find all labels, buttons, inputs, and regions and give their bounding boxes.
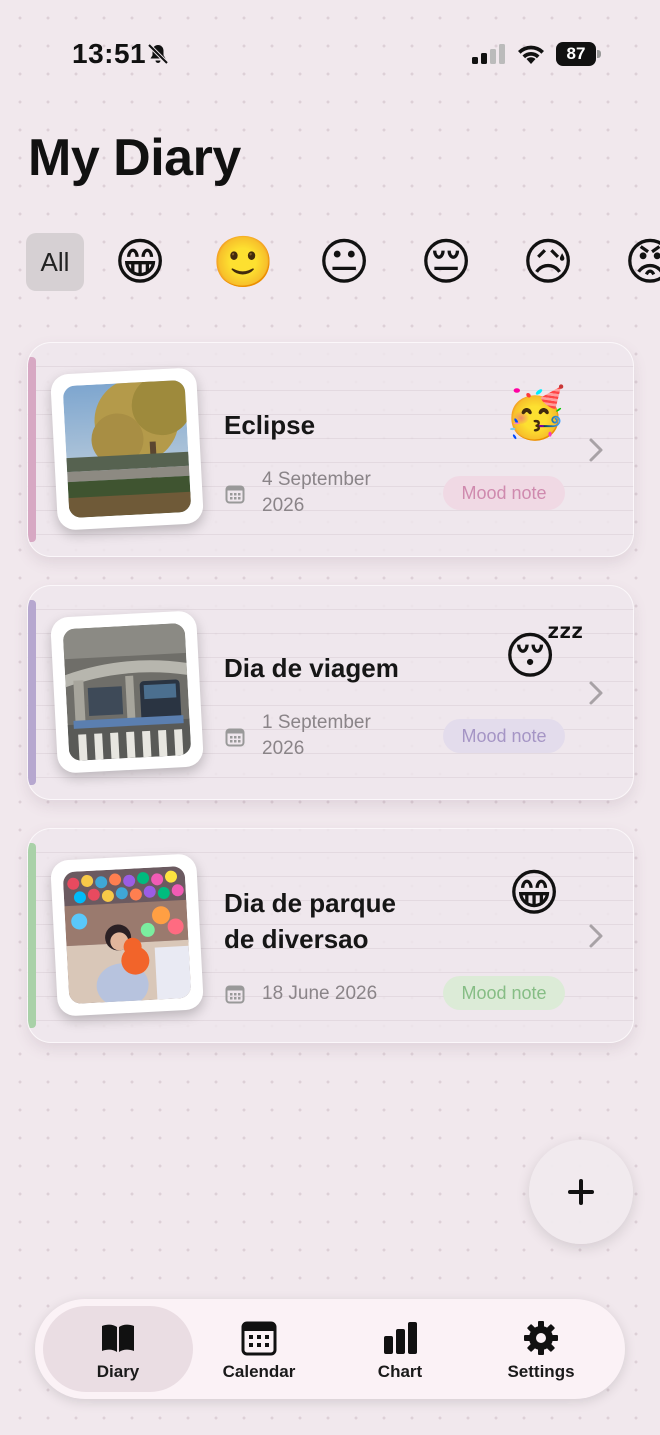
gear-icon [524,1321,558,1355]
tab-calendar[interactable]: Calendar [184,1306,334,1392]
card-accent-bar [28,843,36,1028]
entry-photo [62,379,192,519]
mood-note-badge: Mood note [443,719,565,753]
wifi-icon [518,45,544,64]
page-title: My Diary [28,129,241,187]
plus-icon [568,1179,594,1205]
entry-photo-frame [50,610,204,774]
add-entry-button[interactable] [529,1140,633,1244]
calendar-mini-icon [225,985,245,1004]
tab-diary[interactable]: Diary [43,1306,193,1392]
status-time: 13:51 [72,38,147,69]
bell-slash-icon [147,43,169,65]
mood-note-badge: Mood note [443,476,565,510]
filter-all-chip[interactable]: All [26,233,84,291]
battery-level: 87 [556,42,596,66]
status-bar: 13:51 87 [0,0,660,100]
chevron-right-icon [589,438,603,462]
entry-date-line1: 1 September [262,712,371,733]
calendar-mini-icon [225,485,245,504]
entry-title: Dia de viagem [224,653,399,683]
entry-date: 18 June 2026 [262,983,378,1004]
tab-chart-label: Chart [377,1362,423,1381]
entry-photo [62,865,192,1005]
bar-chart-icon [384,1322,417,1354]
calendar-icon [241,1321,277,1356]
tab-diary-label: Diary [96,1362,140,1381]
entry-title-line1: Dia de parque [224,888,396,918]
entry-title: Eclipse [224,410,316,440]
entry-date-line2: 2026 [262,738,305,759]
entry-photo-frame [50,853,204,1017]
diary-entry-card[interactable]: Eclipse 4 September 2026 🥳 Mood note [27,342,634,557]
diary-entry-card[interactable]: Dia de parque de diversao 18 June 2026 😁… [27,828,634,1043]
entry-date-line1: 4 September [262,469,371,490]
card-accent-bar [28,357,36,542]
mood-filter-row: All 😁 🙂 😐 😔 😥 😡 [26,232,660,292]
battery-indicator: 87 [556,42,602,66]
filter-neutral-emoji[interactable]: 😐 [314,232,374,292]
mood-note-badge: Mood note [443,976,565,1010]
filter-grinning-emoji[interactable]: 😁 [110,232,170,292]
card-accent-bar [28,600,36,785]
filter-angry-emoji[interactable]: 😡 [620,232,660,292]
chevron-right-icon [589,681,603,705]
signal-icon [472,44,505,64]
battery-cap [597,50,601,58]
filter-smiling-emoji[interactable]: 🙂 [212,232,274,292]
filter-sad-emoji[interactable]: 😥 [518,232,578,292]
entry-photo-frame [50,367,204,531]
entry-mood-emoji: 😴 [504,628,585,684]
tab-settings[interactable]: Settings [466,1306,616,1392]
bottom-tab-bar: Diary Calendar Chart Settings [35,1299,625,1399]
calendar-mini-icon [225,728,245,747]
filter-pensive-emoji[interactable]: 😔 [416,232,476,292]
book-icon [102,1324,134,1352]
diary-entry-card[interactable]: Dia de viagem 1 September 2026 😴 Mood no… [27,585,634,800]
tab-chart[interactable]: Chart [325,1306,475,1392]
entry-title-line2: de diversao [224,924,369,954]
entry-mood-emoji: 🥳 [504,385,567,441]
entry-photo [62,622,192,762]
entry-mood-emoji: 😁 [507,865,561,921]
tab-settings-label: Settings [507,1362,575,1381]
tab-calendar-label: Calendar [222,1362,296,1381]
chevron-right-icon [589,924,603,948]
entry-date-line2: 2026 [262,495,305,516]
